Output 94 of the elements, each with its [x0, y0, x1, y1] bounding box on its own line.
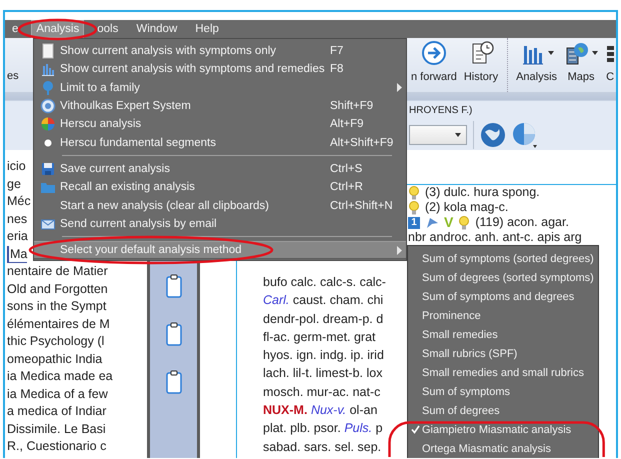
sidebar-item[interactable]: nes: [7, 210, 28, 228]
sidebar-item[interactable]: nentaire de Matier: [7, 263, 108, 280]
menu-item[interactable]: Limit to a family: [34, 78, 406, 97]
remedy-line: Carl. caust. cham. chi: [263, 292, 384, 310]
caret-icon: [592, 51, 598, 55]
color-wheel-icon: [40, 116, 56, 132]
remedy-line: lach. lil-t. limest-b. lox: [263, 365, 382, 382]
submenu-item[interactable]: Sum of symptoms: [408, 382, 598, 401]
menu-item[interactable]: Herscu analysis Alt+F9: [34, 115, 406, 134]
document-icon: [40, 43, 56, 60]
remedy-line: mosch. mur-ac. nat-c: [263, 384, 380, 401]
lightbulb-icon: [458, 216, 470, 230]
tree-icon: [40, 80, 56, 96]
submenu-item[interactable]: Small remedies and small rubrics: [408, 363, 598, 382]
globe-icon[interactable]: [480, 122, 506, 148]
remedy-line: dendr-pol. dream-p. d: [263, 310, 384, 328]
submenu-item[interactable]: Sum of degrees: [408, 401, 598, 420]
menu-bar-item[interactable]: ools: [92, 20, 124, 38]
sidebar-item[interactable]: Dissimile. Le Basi: [7, 420, 106, 438]
clipboard-icon[interactable]: [166, 322, 182, 346]
grade-mark: V: [444, 215, 454, 230]
shortcut-label: F7: [330, 45, 344, 58]
shortcut-label: Ctrl+Shift+N: [330, 200, 392, 212]
menu-bar-item[interactable]: e: [7, 20, 24, 38]
emblem-icon: [40, 98, 56, 114]
remedy-line: sabad. sars. sel. sep.: [263, 438, 382, 456]
number-badge: 1: [408, 216, 420, 228]
shortcut-label: Shift+F9: [330, 100, 374, 112]
pie-chart-icon[interactable]: [512, 122, 538, 148]
remedy-line: nbr androc. anh. ant-c. apis arg: [408, 230, 582, 245]
submenu-item[interactable]: Sum of degrees (sorted symptoms): [408, 268, 598, 287]
lightbulb-icon: [408, 186, 420, 200]
caret-icon: [548, 51, 554, 55]
sidebar-item[interactable]: omeopathic India: [7, 350, 102, 368]
sidebar-item[interactable]: eria: [7, 228, 28, 246]
sidebar-item[interactable]: thic Psychology (l: [7, 333, 104, 350]
check-icon: [411, 425, 420, 434]
menu-item[interactable]: Show current analysis with symptoms only F7: [34, 42, 406, 60]
toolbar-button[interactable]: C: [603, 38, 616, 92]
submenu-item[interactable]: Prominence: [408, 306, 598, 325]
menu-item[interactable]: Select your default analysis method: [34, 240, 406, 260]
submenu-item[interactable]: Small rubrics (SPF): [408, 344, 598, 363]
toolbar-button[interactable]: History: [462, 38, 500, 92]
menu-item[interactable]: Recall an existing analysis Ctrl+R: [34, 178, 406, 196]
menu-item[interactable]: Start a new analysis (clear all clipboards) Ctrl+Shift+N: [34, 196, 406, 215]
shortcut-label: F8: [330, 63, 344, 76]
remedy-line: bufo calc. calc-s. calc-: [263, 274, 386, 291]
menu-item[interactable]: Save current analysis Ctrl+S: [34, 160, 406, 178]
sidebar-item[interactable]: ia Medica of a few: [7, 386, 108, 403]
sidebar-item[interactable]: ia Medica made ea: [7, 368, 113, 386]
menu-item[interactable]: Herscu fundamental segments Alt+Shift+F9: [34, 133, 406, 152]
remedy-line: fl-ac. germ-met. grat: [263, 328, 376, 346]
shortcut-label: Ctrl+R: [330, 181, 364, 194]
sidebar-item[interactable]: ge: [7, 176, 21, 193]
submenu-arrow-icon: [396, 83, 402, 92]
sidebar-item[interactable]: R., Cuestionario c: [7, 438, 106, 456]
sidebar-item[interactable]: Old and Forgotten: [7, 280, 108, 298]
flag-icon: [425, 216, 439, 228]
rubric-text: (119) acon. agar.: [475, 215, 569, 230]
submenu-item[interactable]: Sum of symptoms and degrees: [408, 287, 598, 306]
bar-chart-icon: [40, 61, 56, 78]
submenu-item[interactable]: Giampietro Miasmatic analysis: [408, 420, 598, 439]
toolbar-button[interactable]: Maps: [562, 38, 600, 92]
sidebar-item[interactable]: icio: [7, 158, 26, 176]
lightbulb-icon: [408, 200, 420, 214]
toolbar-button[interactable]: n forward: [409, 38, 459, 92]
menu-bar-item[interactable]: Help: [190, 20, 224, 38]
menu-item[interactable]: Send current analysis by email: [34, 214, 406, 233]
rubric-text: (2) kola mag-c.: [425, 200, 508, 215]
submenu-item[interactable]: Sum of symptoms (sorted degrees): [408, 249, 598, 268]
shortcut-label: Ctrl+S: [330, 162, 364, 175]
rubric-text: (3) dulc. hura spong.: [425, 185, 540, 200]
menu-bar-item[interactable]: Window: [131, 20, 182, 38]
shortcut-label: Alt+Shift+F9: [330, 136, 392, 149]
sidebar-item[interactable]: Méc: [7, 193, 31, 210]
remedy-line: NUX-M. Nux-v. ol-an: [263, 402, 378, 420]
book-globe-icon: [564, 40, 590, 66]
submenu-arrow-icon: [396, 246, 402, 255]
caret-icon: [455, 133, 461, 137]
sidebar-item[interactable]: élémentaires de M: [7, 316, 110, 333]
menu-item[interactable]: Vithoulkas Expert System Shift+F9: [34, 96, 406, 116]
source-label: HROYENS F.): [409, 105, 474, 116]
shortcut-label: Alt+F9: [330, 118, 365, 130]
toolbar-button[interactable]: es: [7, 70, 19, 82]
clipboard-icon[interactable]: [166, 274, 182, 298]
remedy-line: hyos. ign. indg. ip. irid: [263, 347, 384, 364]
sidebar-item[interactable]: sons in the Sympt: [7, 298, 106, 316]
submenu-item[interactable]: Small remedies: [408, 325, 598, 344]
clipboard-icon[interactable]: [166, 370, 182, 394]
sidebar-item[interactable]: a medica of Indiar: [7, 403, 106, 420]
menu-item[interactable]: Show current analysis with symptoms and remedies F8: [34, 60, 406, 79]
sidebar-item[interactable]: Ma: [7, 246, 28, 263]
submenu-item[interactable]: Ortega Miasmatic analysis: [408, 439, 598, 458]
remedy-line: plat. plb. psor. Puls. p: [263, 420, 383, 438]
